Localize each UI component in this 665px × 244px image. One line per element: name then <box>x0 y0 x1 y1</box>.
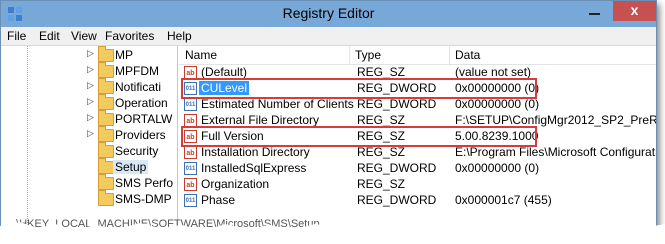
value-type: REG_DWORD <box>357 97 437 111</box>
highlight-box-culevel <box>181 78 537 99</box>
list-header: Name Type Data <box>179 46 656 65</box>
tree-item-label: Setup <box>113 160 149 174</box>
tree-item[interactable]: SMS Perfo <box>1 174 177 192</box>
tree-item-label: Notificati <box>115 80 162 94</box>
value-type: REG_SZ <box>357 177 406 191</box>
registry-editor-window: Registry Editor x File Edit View Favorit… <box>0 0 657 234</box>
expand-arrow-icon[interactable]: ▷ <box>87 128 94 139</box>
value-type: REG_DWORD <box>357 161 437 175</box>
value-data: (value not set) <box>455 65 532 79</box>
tree-item-label: Providers <box>115 128 166 142</box>
folder-icon <box>98 46 114 62</box>
table-row[interactable]: ab Organization REG_SZ <box>179 177 656 193</box>
value-name: InstalledSqlExpress <box>201 161 307 175</box>
dword-value-icon: 011 <box>184 194 197 207</box>
tree-item[interactable]: ▷ PORTALW <box>1 110 177 128</box>
dword-value-icon: 011 <box>184 98 197 111</box>
table-row[interactable]: 011 Estimated Number of Clients REG_DWOR… <box>179 97 656 113</box>
expand-arrow-icon[interactable]: ▷ <box>87 48 94 59</box>
column-header-data[interactable]: Data <box>455 48 480 62</box>
menu-file[interactable]: File <box>7 29 26 43</box>
column-header-name[interactable]: Name <box>185 48 217 62</box>
tree-item-label: Security <box>115 144 159 158</box>
close-icon: x <box>630 2 639 18</box>
folder-icon <box>98 190 114 206</box>
value-name: Installation Directory <box>201 145 310 159</box>
expand-arrow-icon[interactable]: ▷ <box>87 96 94 107</box>
minimize-button[interactable] <box>583 3 607 23</box>
value-name: External File Directory <box>201 113 320 127</box>
value-data: 0x000001c7 (455) <box>455 193 552 207</box>
tree-item-label: SMS-DMP <box>115 192 172 206</box>
value-data: E:\Program Files\Microsoft Configurati <box>455 145 657 159</box>
tree-item-label: MPFDM <box>115 64 159 78</box>
folder-icon <box>98 126 114 142</box>
value-data: F:\SETUP\ConfigMgr2012_SP2_PreReqs <box>455 113 657 127</box>
string-value-icon: ab <box>184 146 197 159</box>
column-header-type[interactable]: Type <box>355 48 381 62</box>
expand-arrow-icon[interactable]: ▷ <box>87 80 94 91</box>
tree-item[interactable]: ▷ Providers <box>1 126 177 144</box>
menu-bar: File Edit View Favorites Help <box>1 27 656 46</box>
key-tree-pane[interactable]: ▷ MP ▷ MPFDM ▷ Notificati ▷ Operation ▷ … <box>1 46 178 233</box>
menu-view[interactable]: View <box>71 29 97 43</box>
folder-icon <box>98 110 114 126</box>
value-name: Organization <box>201 177 270 191</box>
tree-item-label: Operation <box>115 96 168 110</box>
folder-icon <box>98 78 114 94</box>
tree-item[interactable]: ▷ Operation <box>1 94 177 112</box>
value-name: Phase <box>201 193 236 207</box>
folder-icon <box>98 174 114 190</box>
menu-edit[interactable]: Edit <box>39 29 60 43</box>
expand-arrow-icon[interactable]: ▷ <box>87 112 94 123</box>
value-type: REG_SZ <box>357 65 406 79</box>
folder-icon <box>98 158 114 174</box>
column-divider[interactable] <box>349 46 350 64</box>
close-button[interactable]: x <box>613 1 656 21</box>
value-data: 0x00000000 (0) <box>455 161 540 175</box>
highlight-box-full-version <box>181 126 537 147</box>
table-row[interactable]: ab Installation Directory REG_SZ E:\Prog… <box>179 145 656 161</box>
value-type: REG_SZ <box>357 145 406 159</box>
tree-item-label: MP <box>115 48 133 62</box>
column-divider[interactable] <box>449 46 450 64</box>
folder-icon <box>98 94 114 110</box>
tree-item[interactable]: ▷ Notificati <box>1 78 177 96</box>
value-name: (Default) <box>201 65 248 79</box>
string-value-icon: ab <box>184 178 197 191</box>
value-type: REG_SZ <box>357 113 406 127</box>
value-type: REG_DWORD <box>357 193 437 207</box>
menu-help[interactable]: Help <box>167 29 192 43</box>
tree-item[interactable]: Security <box>1 142 177 160</box>
tree-item-setup[interactable]: Setup <box>1 158 177 176</box>
menu-favorites[interactable]: Favorites <box>105 29 154 43</box>
torn-edge-decoration <box>0 222 665 244</box>
folder-icon <box>98 62 114 78</box>
table-row[interactable]: 011 Phase REG_DWORD 0x000001c7 (455) <box>179 193 656 209</box>
tree-item-label: PORTALW <box>115 112 173 126</box>
tree-item[interactable]: SMS-DMP <box>1 190 177 208</box>
tree-item[interactable]: ▷ MP <box>1 46 177 64</box>
window-title: Registry Editor <box>282 5 375 21</box>
dword-value-icon: 011 <box>184 162 197 175</box>
value-name: Estimated Number of Clients <box>201 97 354 111</box>
values-list-pane[interactable]: Name Type Data ab (Default) REG_SZ (valu… <box>179 46 656 233</box>
tree-item[interactable]: ▷ MPFDM <box>1 62 177 80</box>
tree-item-label: SMS Perfo <box>115 176 174 190</box>
table-row[interactable]: 011 InstalledSqlExpress REG_DWORD 0x0000… <box>179 161 656 177</box>
value-data: 0x00000000 (0) <box>455 97 540 111</box>
title-bar[interactable]: Registry Editor x <box>1 1 656 27</box>
folder-icon <box>98 142 114 158</box>
expand-arrow-icon[interactable]: ▷ <box>87 64 94 75</box>
